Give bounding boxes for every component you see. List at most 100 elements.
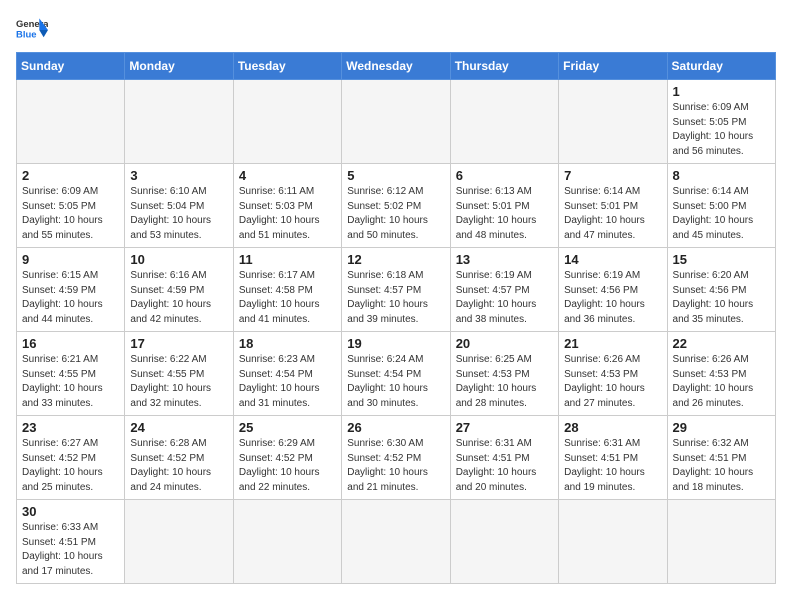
calendar-week-row: 30 Sunrise: 6:33 AM Sunset: 4:51 PM Dayli…	[17, 500, 776, 584]
day-info: Sunrise: 6:14 AM Sunset: 5:01 PM Dayligh…	[564, 185, 661, 243]
calendar-day-cell: 8Sunrise: 6:14 AM Sunset: 5:00 PM Daylig…	[667, 164, 775, 248]
weekday-header-tuesday: Tuesday	[233, 53, 341, 80]
calendar-day-cell: 25 Sunrise: 6:29 AM Sunset: 4:52 PM Dayli…	[233, 416, 341, 500]
day-info: Sunrise: 6:18 AM Sunset: 4:57 PM Dayligh…	[347, 269, 444, 327]
day-number: 10	[130, 252, 227, 267]
calendar-day-cell: 4Sunrise: 6:11 AM Sunset: 5:03 PM Daylig…	[233, 164, 341, 248]
logo: General Blue	[16, 16, 48, 44]
day-info: Sunrise: 6:10 AM Sunset: 5:04 PM Dayligh…	[130, 185, 227, 243]
day-info: Sunrise: 6:23 AM Sunset: 4:54 PM Dayligh…	[239, 353, 336, 411]
day-info: Sunrise: 6:22 AM Sunset: 4:55 PM Dayligh…	[130, 353, 227, 411]
calendar-day-cell: 29 Sunrise: 6:32 AM Sunset: 4:51 PM Dayli…	[667, 416, 775, 500]
day-info: Sunrise: 6:26 AM Sunset: 4:53 PM Dayligh…	[673, 353, 770, 411]
day-number: 6	[456, 168, 553, 183]
day-info: Sunrise: 6:33 AM Sunset: 4:51 PM Dayligh…	[22, 521, 119, 579]
calendar-day-cell	[342, 500, 450, 584]
day-info: Sunrise: 6:19 AM Sunset: 4:56 PM Dayligh…	[564, 269, 661, 327]
day-number: 29	[673, 420, 770, 435]
weekday-header-saturday: Saturday	[667, 53, 775, 80]
calendar-day-cell: 2Sunrise: 6:09 AM Sunset: 5:05 PM Daylig…	[17, 164, 125, 248]
day-number: 12	[347, 252, 444, 267]
calendar-day-cell: 22 Sunrise: 6:26 AM Sunset: 4:53 PM Dayli…	[667, 332, 775, 416]
day-info: Sunrise: 6:25 AM Sunset: 4:53 PM Dayligh…	[456, 353, 553, 411]
calendar-day-cell	[450, 80, 558, 164]
calendar-day-cell: 26 Sunrise: 6:30 AM Sunset: 4:52 PM Dayli…	[342, 416, 450, 500]
day-info: Sunrise: 6:15 AM Sunset: 4:59 PM Dayligh…	[22, 269, 119, 327]
calendar-day-cell: 5Sunrise: 6:12 AM Sunset: 5:02 PM Daylig…	[342, 164, 450, 248]
weekday-header-wednesday: Wednesday	[342, 53, 450, 80]
day-info: Sunrise: 6:27 AM Sunset: 4:52 PM Dayligh…	[22, 437, 119, 495]
day-number: 14	[564, 252, 661, 267]
svg-text:Blue: Blue	[16, 29, 36, 40]
calendar-day-cell: 24 Sunrise: 6:28 AM Sunset: 4:52 PM Dayli…	[125, 416, 233, 500]
weekday-header-row: SundayMondayTuesdayWednesdayThursdayFrid…	[17, 53, 776, 80]
calendar-day-cell: 1 Sunrise: 6:09 AM Sunset: 5:05 PM Daylig…	[667, 80, 775, 164]
day-info: Sunrise: 6:30 AM Sunset: 4:52 PM Dayligh…	[347, 437, 444, 495]
day-number: 20	[456, 336, 553, 351]
calendar-day-cell: 11Sunrise: 6:17 AM Sunset: 4:58 PM Dayli…	[233, 248, 341, 332]
day-number: 27	[456, 420, 553, 435]
day-info: Sunrise: 6:26 AM Sunset: 4:53 PM Dayligh…	[564, 353, 661, 411]
day-info: Sunrise: 6:14 AM Sunset: 5:00 PM Dayligh…	[673, 185, 770, 243]
day-number: 15	[673, 252, 770, 267]
calendar-day-cell	[342, 80, 450, 164]
logo-icon: General Blue	[16, 16, 48, 44]
calendar-day-cell: 6 Sunrise: 6:13 AM Sunset: 5:01 PM Daylig…	[450, 164, 558, 248]
calendar-day-cell	[450, 500, 558, 584]
calendar-day-cell: 15 Sunrise: 6:20 AM Sunset: 4:56 PM Dayli…	[667, 248, 775, 332]
day-number: 9	[22, 252, 119, 267]
calendar-week-row: 16 Sunrise: 6:21 AM Sunset: 4:55 PM Dayli…	[17, 332, 776, 416]
calendar-day-cell: 10 Sunrise: 6:16 AM Sunset: 4:59 PM Dayli…	[125, 248, 233, 332]
day-info: Sunrise: 6:16 AM Sunset: 4:59 PM Dayligh…	[130, 269, 227, 327]
calendar-day-cell: 14 Sunrise: 6:19 AM Sunset: 4:56 PM Dayli…	[559, 248, 667, 332]
calendar-day-cell	[667, 500, 775, 584]
calendar-day-cell: 3Sunrise: 6:10 AM Sunset: 5:04 PM Daylig…	[125, 164, 233, 248]
day-number: 25	[239, 420, 336, 435]
calendar-day-cell: 9 Sunrise: 6:15 AM Sunset: 4:59 PM Daylig…	[17, 248, 125, 332]
day-number: 1	[673, 84, 770, 99]
day-number: 2	[22, 168, 119, 183]
calendar-day-cell: 21 Sunrise: 6:26 AM Sunset: 4:53 PM Dayli…	[559, 332, 667, 416]
day-number: 28	[564, 420, 661, 435]
calendar-day-cell: 7 Sunrise: 6:14 AM Sunset: 5:01 PM Daylig…	[559, 164, 667, 248]
calendar-day-cell	[125, 500, 233, 584]
calendar-day-cell: 28 Sunrise: 6:31 AM Sunset: 4:51 PM Dayli…	[559, 416, 667, 500]
calendar-day-cell: 19Sunrise: 6:24 AM Sunset: 4:54 PM Dayli…	[342, 332, 450, 416]
calendar-day-cell	[233, 80, 341, 164]
day-number: 11	[239, 252, 336, 267]
day-info: Sunrise: 6:21 AM Sunset: 4:55 PM Dayligh…	[22, 353, 119, 411]
calendar-day-cell	[17, 80, 125, 164]
calendar-day-cell	[559, 500, 667, 584]
calendar-day-cell	[559, 80, 667, 164]
calendar-day-cell: 18Sunrise: 6:23 AM Sunset: 4:54 PM Dayli…	[233, 332, 341, 416]
calendar-day-cell: 20 Sunrise: 6:25 AM Sunset: 4:53 PM Dayli…	[450, 332, 558, 416]
day-info: Sunrise: 6:31 AM Sunset: 4:51 PM Dayligh…	[564, 437, 661, 495]
calendar-week-row: 2Sunrise: 6:09 AM Sunset: 5:05 PM Daylig…	[17, 164, 776, 248]
day-number: 22	[673, 336, 770, 351]
day-number: 21	[564, 336, 661, 351]
day-number: 24	[130, 420, 227, 435]
day-number: 16	[22, 336, 119, 351]
calendar-day-cell: 23Sunrise: 6:27 AM Sunset: 4:52 PM Dayli…	[17, 416, 125, 500]
day-number: 30	[22, 504, 119, 519]
day-number: 26	[347, 420, 444, 435]
calendar-day-cell: 13Sunrise: 6:19 AM Sunset: 4:57 PM Dayli…	[450, 248, 558, 332]
calendar-day-cell: 16 Sunrise: 6:21 AM Sunset: 4:55 PM Dayli…	[17, 332, 125, 416]
calendar-day-cell: 12 Sunrise: 6:18 AM Sunset: 4:57 PM Dayli…	[342, 248, 450, 332]
page-header: General Blue	[16, 16, 776, 44]
calendar-day-cell: 30 Sunrise: 6:33 AM Sunset: 4:51 PM Dayli…	[17, 500, 125, 584]
day-info: Sunrise: 6:32 AM Sunset: 4:51 PM Dayligh…	[673, 437, 770, 495]
weekday-header-thursday: Thursday	[450, 53, 558, 80]
day-info: Sunrise: 6:20 AM Sunset: 4:56 PM Dayligh…	[673, 269, 770, 327]
weekday-header-monday: Monday	[125, 53, 233, 80]
day-info: Sunrise: 6:13 AM Sunset: 5:01 PM Dayligh…	[456, 185, 553, 243]
day-info: Sunrise: 6:31 AM Sunset: 4:51 PM Dayligh…	[456, 437, 553, 495]
day-number: 7	[564, 168, 661, 183]
calendar-day-cell: 27 Sunrise: 6:31 AM Sunset: 4:51 PM Dayli…	[450, 416, 558, 500]
day-number: 4	[239, 168, 336, 183]
day-info: Sunrise: 6:28 AM Sunset: 4:52 PM Dayligh…	[130, 437, 227, 495]
day-info: Sunrise: 6:09 AM Sunset: 5:05 PM Dayligh…	[673, 101, 770, 159]
calendar-day-cell: 17Sunrise: 6:22 AM Sunset: 4:55 PM Dayli…	[125, 332, 233, 416]
day-info: Sunrise: 6:12 AM Sunset: 5:02 PM Dayligh…	[347, 185, 444, 243]
day-info: Sunrise: 6:29 AM Sunset: 4:52 PM Dayligh…	[239, 437, 336, 495]
